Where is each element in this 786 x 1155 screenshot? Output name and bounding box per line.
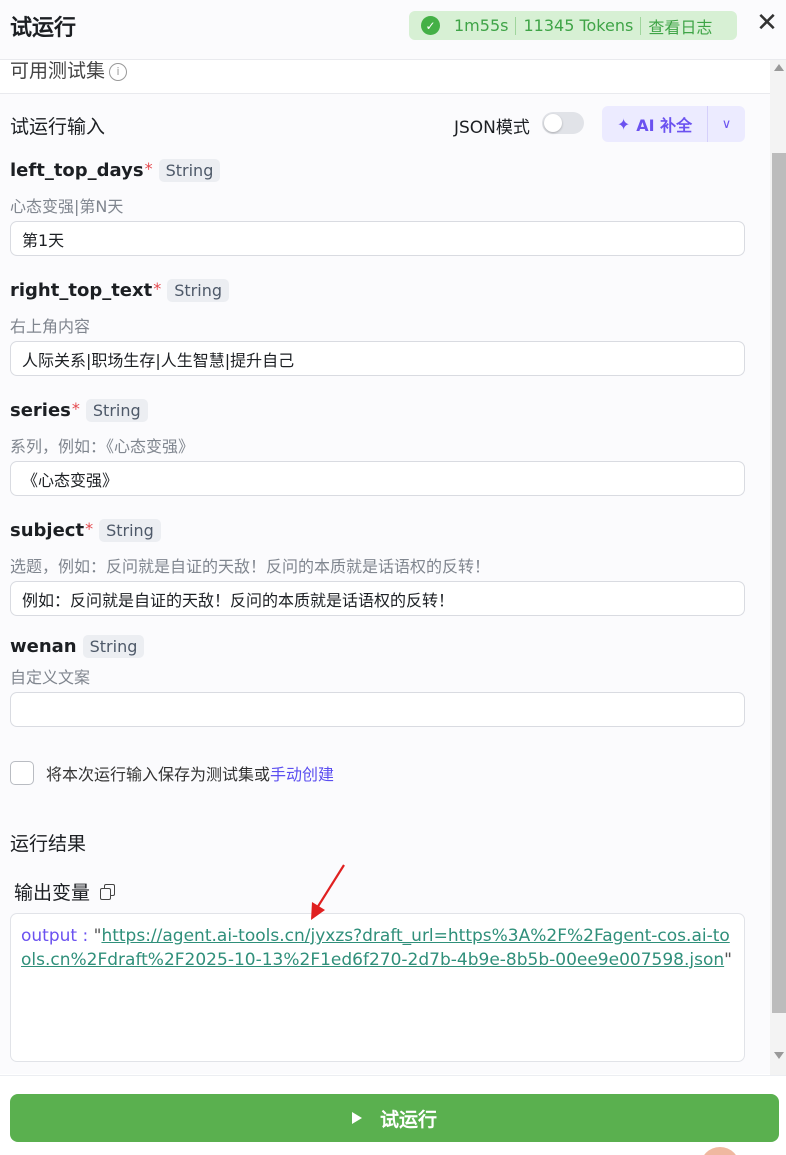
scroll-up-arrow-icon[interactable] — [774, 64, 784, 71]
test-set-title: 可用测试集 — [10, 60, 106, 82]
status-separator — [640, 16, 642, 35]
close-quote: " — [724, 950, 732, 970]
result-section-title: 运行结果 — [10, 833, 87, 855]
toggle-knob — [544, 114, 562, 132]
ai-fill-label: AI 补全 — [636, 116, 693, 135]
field-name: subject — [10, 520, 85, 541]
type-badge: String — [82, 635, 145, 658]
copy-icon[interactable] — [100, 883, 116, 900]
required-asterisk: * — [144, 159, 153, 178]
manual-create-link[interactable]: 手动创建 — [270, 761, 334, 785]
info-icon[interactable]: i — [109, 63, 128, 81]
red-arrow-annotation-icon — [311, 864, 345, 920]
output-label-text: 输出变量 — [14, 882, 91, 904]
chevron-down-icon[interactable]: ∨ — [708, 117, 745, 132]
save-test-set-row: 将本次运行输入保存为测试集或 手动创建 — [10, 761, 334, 785]
ai-fill-button[interactable]: ✦ AI 补全 — [602, 106, 708, 142]
type-badge: String — [158, 159, 221, 182]
field-label-series: series * String — [10, 399, 148, 422]
field-description: 心态变强|第N天 — [10, 197, 124, 216]
field-name: series — [10, 400, 71, 421]
scrollbar-thumb[interactable] — [772, 153, 786, 1013]
save-test-set-text: 将本次运行输入保存为测试集或 — [46, 765, 271, 784]
field-label-left-top-days: left_top_days * String — [10, 159, 221, 182]
field-description: 系列，例如：《心态变强》 — [10, 437, 195, 456]
save-test-set-checkbox[interactable] — [10, 761, 34, 785]
wenan-input[interactable] — [10, 692, 745, 727]
field-name: right_top_text — [10, 280, 153, 301]
output-box: output : "https://agent.ai-tools.cn/jyxz… — [10, 913, 745, 1062]
scroll-down-arrow-icon[interactable] — [774, 1052, 784, 1059]
field-name: left_top_days — [10, 160, 144, 181]
panel-header: 试运行 ✓ 1m55s 11345 Tokens 查看日志 ✕ — [0, 0, 786, 60]
run-button[interactable]: 试运行 — [10, 1094, 779, 1142]
play-icon — [351, 1112, 362, 1124]
field-label-wenan: wenan String — [10, 635, 145, 658]
run-status-badge: ✓ 1m55s 11345 Tokens 查看日志 — [409, 11, 737, 40]
required-asterisk: * — [153, 279, 162, 298]
ai-fill-button-group: ✦ AI 补全 ∨ — [602, 106, 745, 142]
output-key: output — [21, 926, 78, 946]
close-icon[interactable]: ✕ — [752, 8, 782, 38]
field-label-subject: subject * String — [10, 519, 161, 542]
status-separator — [515, 16, 517, 35]
required-asterisk: * — [71, 399, 80, 418]
subject-input[interactable]: 例如：反问就是自证的天敌！反问的本质就是话语权的反转！ — [10, 581, 745, 616]
json-mode-label: JSON模式 — [454, 118, 530, 138]
output-url-link[interactable]: https://agent.ai-tools.cn/jyxzs?draft_ur… — [21, 926, 730, 970]
field-name: wenan — [10, 636, 77, 657]
left-top-days-input[interactable]: 第1天 — [10, 221, 745, 256]
field-description: 自定义文案 — [10, 668, 91, 687]
field-label-right-top-text: right_top_text * String — [10, 279, 229, 302]
type-badge: String — [99, 519, 161, 542]
test-set-label: 可用测试集 i — [10, 56, 128, 83]
success-check-icon: ✓ — [421, 16, 440, 35]
field-description: 右上角内容 — [10, 317, 91, 336]
sparkle-icon: ✦ — [616, 114, 631, 134]
output-variable-label: 输出变量 — [14, 878, 116, 905]
type-badge: String — [85, 399, 148, 422]
page-title: 试运行 — [10, 16, 77, 41]
json-mode-toggle[interactable] — [542, 112, 584, 134]
output-colon: : — [77, 926, 94, 946]
type-badge: String — [167, 279, 229, 302]
series-input[interactable]: 《心态变强》 — [10, 461, 745, 496]
right-top-text-input[interactable]: 人际关系|职场生存|人生智慧|提升自己 — [10, 341, 745, 376]
view-log-link[interactable]: 查看日志 — [648, 14, 712, 38]
run-button-label: 试运行 — [379, 1108, 437, 1131]
run-duration: 1m55s — [454, 16, 509, 35]
field-description: 选题，例如：反问就是自证的天敌！反问的本质就是话语权的反转！ — [10, 557, 491, 576]
input-section-title: 试运行输入 — [10, 116, 106, 138]
required-asterisk: * — [85, 519, 94, 538]
token-count: 11345 Tokens — [523, 16, 634, 35]
section-divider — [0, 93, 770, 94]
